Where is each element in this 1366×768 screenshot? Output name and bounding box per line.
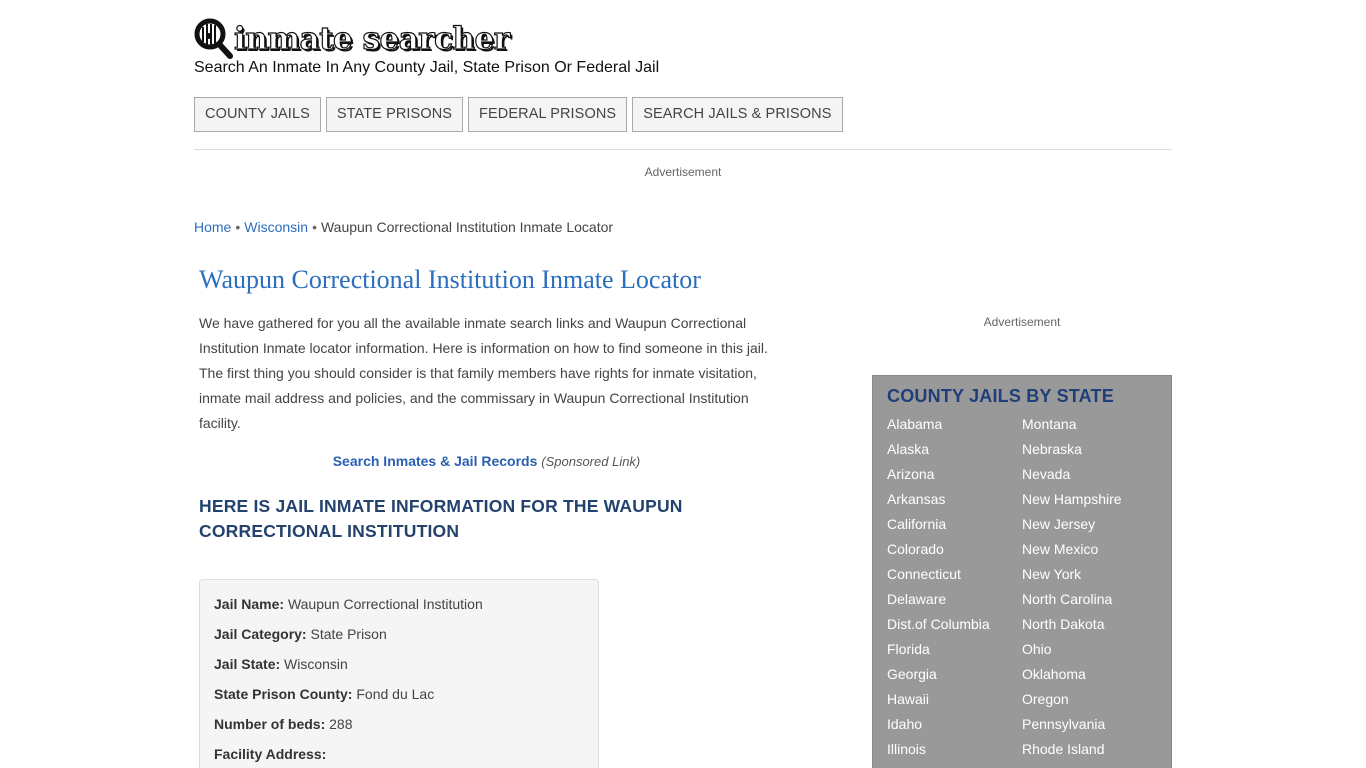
state-link[interactable]: Rhode Island (1022, 741, 1157, 766)
state-link[interactable]: New Hampshire (1022, 491, 1157, 516)
state-link[interactable]: North Dakota (1022, 616, 1157, 641)
page-title: Waupun Correctional Institution Inmate L… (199, 265, 701, 294)
state-link[interactable]: North Carolina (1022, 591, 1157, 616)
advertisement-label-side: Advertisement (983, 315, 1061, 329)
info-value: 288 (329, 716, 353, 732)
info-label: Jail Category: (214, 626, 307, 642)
sponsored-link-row: Search Inmates & Jail Records (Sponsored… (199, 453, 774, 469)
state-link[interactable]: Nebraska (1022, 441, 1157, 466)
intro-paragraph: We have gathered for you all the availab… (199, 315, 768, 431)
state-link[interactable]: Nevada (1022, 466, 1157, 491)
magnifier-icon (194, 18, 234, 60)
state-link[interactable]: Idaho (887, 716, 1022, 741)
info-jail-state: Jail State: Wisconsin (214, 654, 584, 684)
state-link[interactable]: Illinois (887, 741, 1022, 766)
state-link[interactable]: Oklahoma (1022, 666, 1157, 691)
info-label: Facility Address: (214, 746, 327, 762)
main-content: Waupun Correctional Institution Inmate L… (199, 265, 774, 768)
state-link[interactable]: California (887, 516, 1022, 541)
sponsored-note: (Sponsored Link) (541, 454, 641, 469)
page: inmate searcher Search An Inmate In Any … (0, 0, 1366, 768)
info-label: Jail Name: (214, 596, 285, 612)
section-heading: HERE IS JAIL INMATE INFORMATION FOR THE … (199, 496, 683, 541)
logo-text: inmate searcher (233, 20, 510, 57)
state-link[interactable]: Oregon (1022, 691, 1157, 716)
header-divider (194, 149, 1172, 150)
state-link[interactable]: Connecticut (887, 566, 1022, 591)
info-value: Fond du Lac (356, 686, 435, 702)
nav-state-prisons[interactable]: STATE PRISONS (325, 97, 464, 132)
state-link[interactable]: Alaska (887, 441, 1022, 466)
site-logo[interactable]: inmate searcher (194, 18, 511, 60)
state-column-2: Montana Nebraska Nevada New Hampshire New Je… (1022, 416, 1157, 766)
breadcrumb-separator: • (235, 219, 241, 235)
breadcrumb-state[interactable]: Wisconsin (244, 219, 308, 235)
state-link[interactable]: New Jersey (1022, 516, 1157, 541)
breadcrumb: Home • Wisconsin • Waupun Correctional Insti… (194, 219, 613, 235)
state-link[interactable]: Delaware (887, 591, 1022, 616)
site-tagline: Search An Inmate In Any County Jail, Sta… (194, 59, 660, 76)
jail-info-box: Jail Name: Waupun Correctional Instituti… (199, 579, 599, 768)
nav-search-jails-prisons[interactable]: SEARCH JAILS & PRISONS (632, 97, 843, 132)
info-prison-county: State Prison County: Fond du Lac (214, 684, 584, 714)
state-link[interactable]: Arizona (887, 466, 1022, 491)
state-link[interactable]: Pennsylvania (1022, 716, 1157, 741)
state-link[interactable]: Alabama (887, 416, 1022, 441)
info-jail-name: Jail Name: Waupun Correctional Instituti… (214, 594, 584, 624)
info-value: State Prison (310, 626, 387, 642)
state-link[interactable]: New Mexico (1022, 541, 1157, 566)
nav-federal-prisons[interactable]: FEDERAL PRISONS (468, 97, 628, 132)
breadcrumb-current: Waupun Correctional Institution Inmate L… (320, 219, 614, 235)
info-facility-address: Facility Address: (214, 744, 584, 768)
state-link[interactable]: Florida (887, 641, 1022, 666)
info-jail-category: Jail Category: State Prison (214, 624, 584, 654)
state-link[interactable]: Ohio (1022, 641, 1157, 666)
info-number-of-beds: Number of beds: 288 (214, 714, 584, 744)
county-jails-by-state-panel: COUNTY JAILS BY STATE Alabama Alaska Arizo… (872, 375, 1172, 768)
info-value: Waupun Correctional Institution (287, 596, 483, 612)
state-column-1: Alabama Alaska Arizona Arkansas California Co… (887, 416, 1022, 766)
state-link[interactable]: Georgia (887, 666, 1022, 691)
main-nav: COUNTY JAILS STATE PRISONS FEDERAL PRISO… (194, 97, 843, 132)
state-list: Alabama Alaska Arizona Arkansas California Co… (887, 416, 1157, 766)
breadcrumb-separator: • (312, 219, 317, 235)
info-label: Number of beds: (214, 716, 326, 732)
state-link[interactable]: Arkansas (887, 491, 1022, 516)
breadcrumb-home[interactable]: Home (194, 219, 231, 235)
state-link[interactable]: Montana (1022, 416, 1157, 441)
info-label: Jail State: (214, 656, 281, 672)
state-link[interactable]: New York (1022, 566, 1157, 591)
sidebar-title: COUNTY JAILS BY STATE (887, 386, 1114, 406)
info-value: Wisconsin (284, 656, 348, 672)
nav-county-jails[interactable]: COUNTY JAILS (194, 97, 321, 132)
state-link[interactable]: Hawaii (887, 691, 1022, 716)
info-label: State Prison County: (214, 686, 353, 702)
state-link[interactable]: Dist.of Columbia (887, 616, 1022, 641)
search-inmates-link[interactable]: Search Inmates & Jail Records (333, 453, 538, 469)
advertisement-label-top: Advertisement (644, 165, 722, 179)
state-link[interactable]: Colorado (887, 541, 1022, 566)
